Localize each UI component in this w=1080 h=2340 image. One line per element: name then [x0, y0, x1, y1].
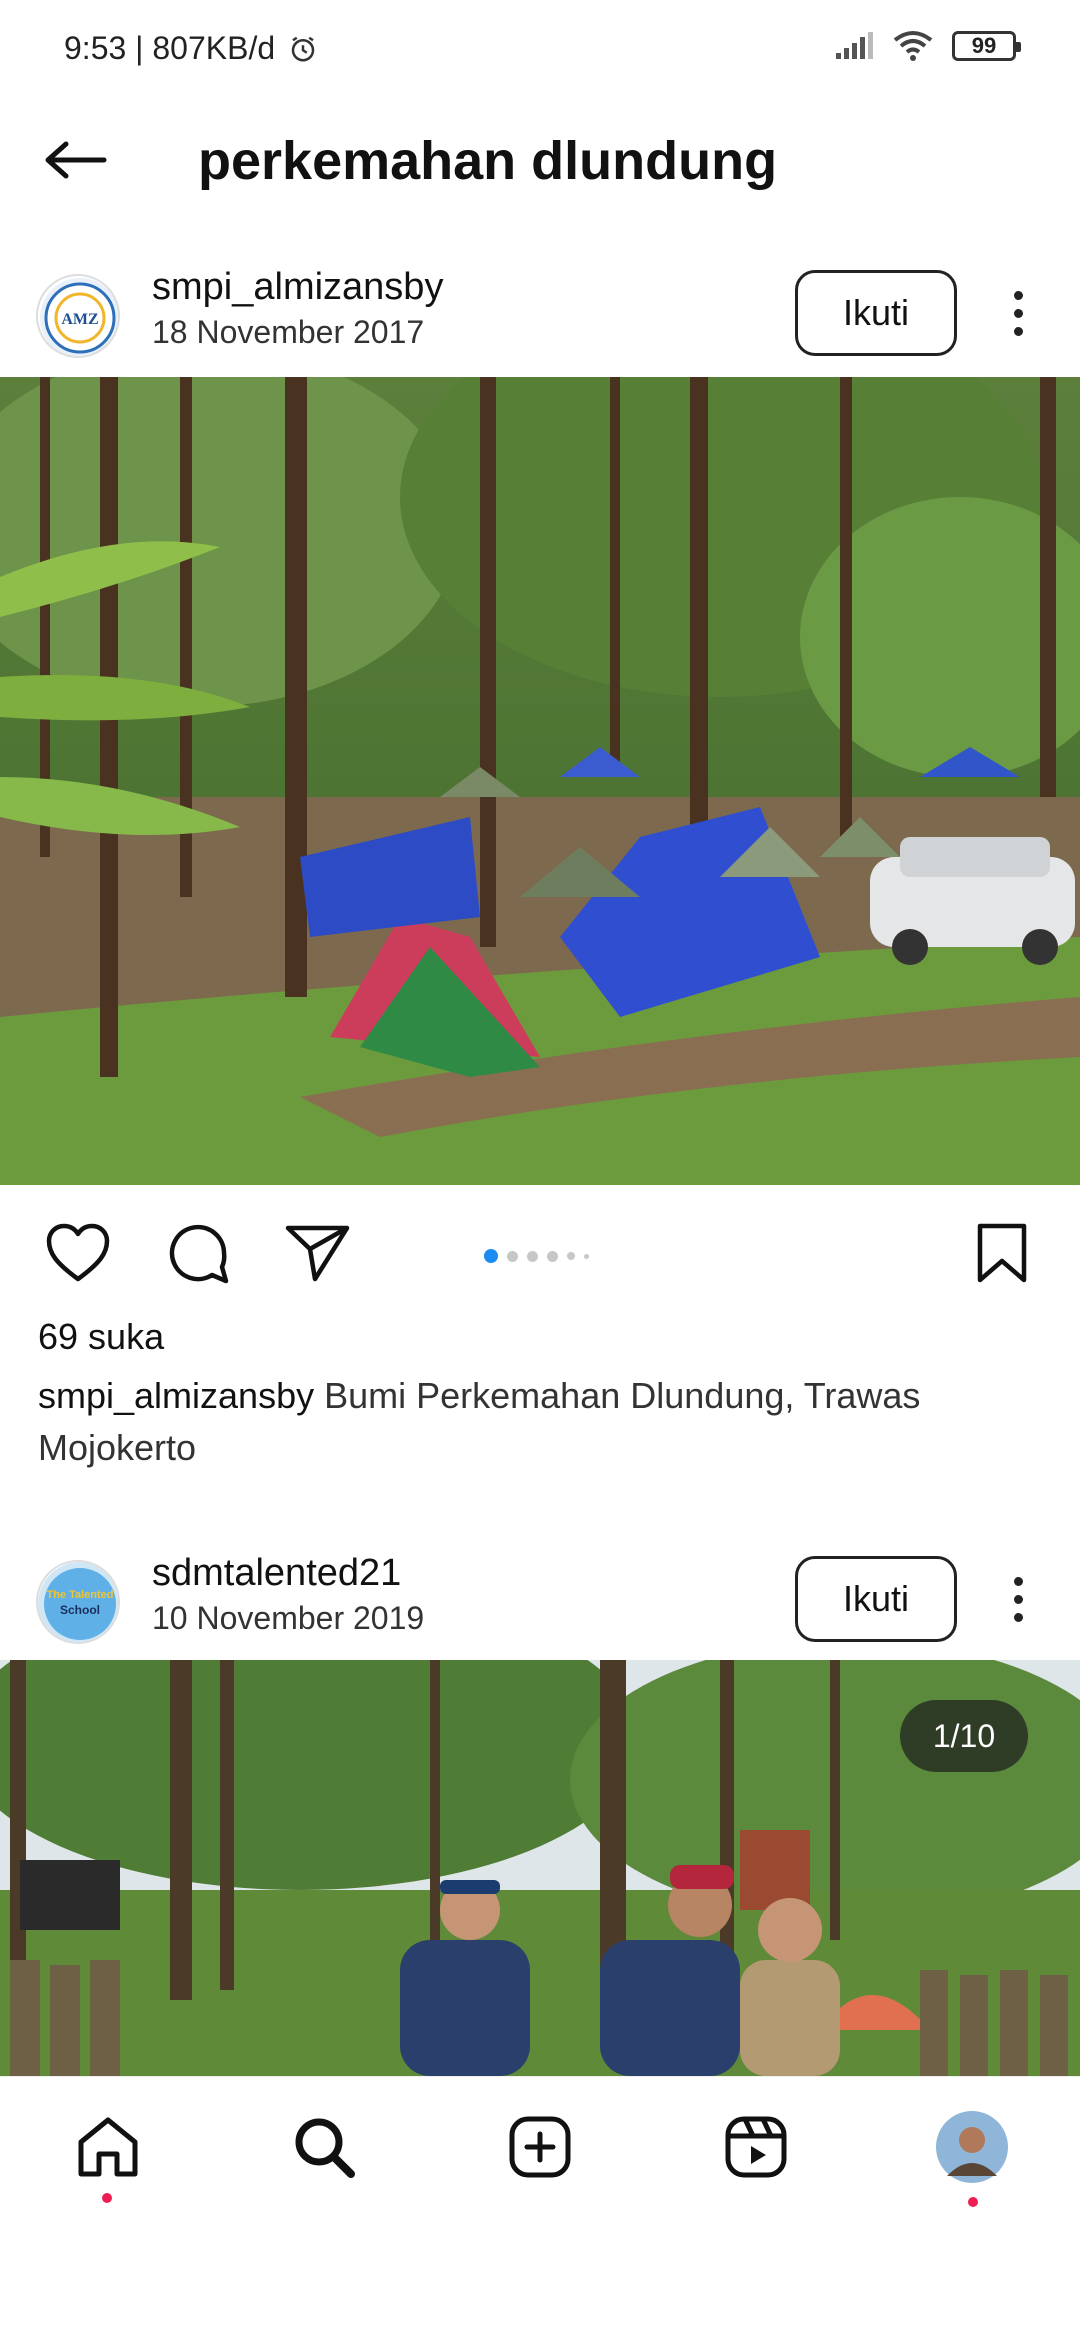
nav-reels[interactable] — [716, 2107, 796, 2187]
post-username[interactable]: smpi_almizansby — [152, 266, 443, 309]
follow-button[interactable]: Ikuti — [795, 1556, 957, 1642]
nav-create[interactable] — [500, 2107, 580, 2187]
post-header-1: AMZ smpi_almizansby 18 November 2017 Iku… — [0, 254, 1080, 374]
caption-username[interactable]: smpi_almizansby — [38, 1375, 314, 1416]
svg-text:AMZ: AMZ — [61, 311, 98, 328]
search-icon — [295, 2118, 355, 2178]
avatar[interactable]: AMZ — [36, 274, 120, 358]
share-button[interactable] — [282, 1217, 354, 1289]
post-date: 10 November 2019 — [152, 1600, 425, 1636]
profile-avatar — [936, 2111, 1008, 2183]
wifi-icon — [893, 31, 933, 61]
more-options-icon[interactable] — [990, 278, 1046, 348]
svg-text:School: School — [60, 1603, 100, 1617]
status-bar: 9:53 | 807KB/d 99 — [0, 0, 1080, 100]
post-username[interactable]: sdmtalented21 — [152, 1552, 401, 1595]
carousel-indicator — [484, 1249, 589, 1263]
post-photo[interactable] — [0, 377, 1080, 1185]
nav-home[interactable] — [68, 2107, 148, 2203]
page-title: perkemahan dlundung — [198, 131, 778, 191]
post-caption: smpi_almizansby Bumi Perkemahan Dlundung… — [38, 1370, 1038, 1474]
post-photo[interactable]: 1/10 — [0, 1660, 1080, 2076]
school-logo-icon: AMZ — [40, 278, 118, 356]
like-count[interactable]: 69 suka — [38, 1316, 164, 1358]
reels-icon — [725, 2116, 787, 2178]
save-button[interactable] — [966, 1217, 1038, 1289]
back-button[interactable] — [36, 128, 116, 192]
notification-dot — [102, 2193, 112, 2203]
media-counter: 1/10 — [900, 1700, 1028, 1772]
svg-text:The Talented: The Talented — [46, 1589, 113, 1601]
bookmark-icon — [977, 1223, 1027, 1283]
signal-icon — [836, 32, 873, 59]
arrow-left-icon — [45, 141, 107, 179]
post-actions — [0, 1195, 1080, 1305]
notification-dot — [968, 2197, 978, 2207]
comment-button[interactable] — [162, 1217, 234, 1289]
like-button[interactable] — [42, 1217, 114, 1289]
nav-profile[interactable] — [932, 2107, 1012, 2207]
status-time: 9:53 | 807KB/d — [64, 30, 318, 67]
alarm-icon — [291, 36, 315, 62]
create-icon — [509, 2116, 571, 2178]
post-date: 18 November 2017 — [152, 314, 425, 350]
bottom-navigation — [0, 2076, 1080, 2340]
school-logo-icon: The Talented School — [38, 1562, 118, 1642]
battery-icon: 99 — [952, 31, 1021, 61]
comment-icon — [169, 1224, 229, 1284]
post-header-2: The Talented School sdmtalented21 10 Nov… — [0, 1540, 1080, 1660]
campsite-photo — [0, 377, 1080, 1185]
top-header: perkemahan dlundung — [0, 110, 1080, 210]
follow-button[interactable]: Ikuti — [795, 270, 957, 356]
nav-search[interactable] — [284, 2107, 364, 2187]
heart-icon — [46, 1223, 110, 1282]
avatar[interactable]: The Talented School — [36, 1560, 120, 1644]
home-icon — [78, 2117, 138, 2177]
send-icon — [285, 1225, 350, 1282]
more-options-icon[interactable] — [990, 1564, 1046, 1634]
